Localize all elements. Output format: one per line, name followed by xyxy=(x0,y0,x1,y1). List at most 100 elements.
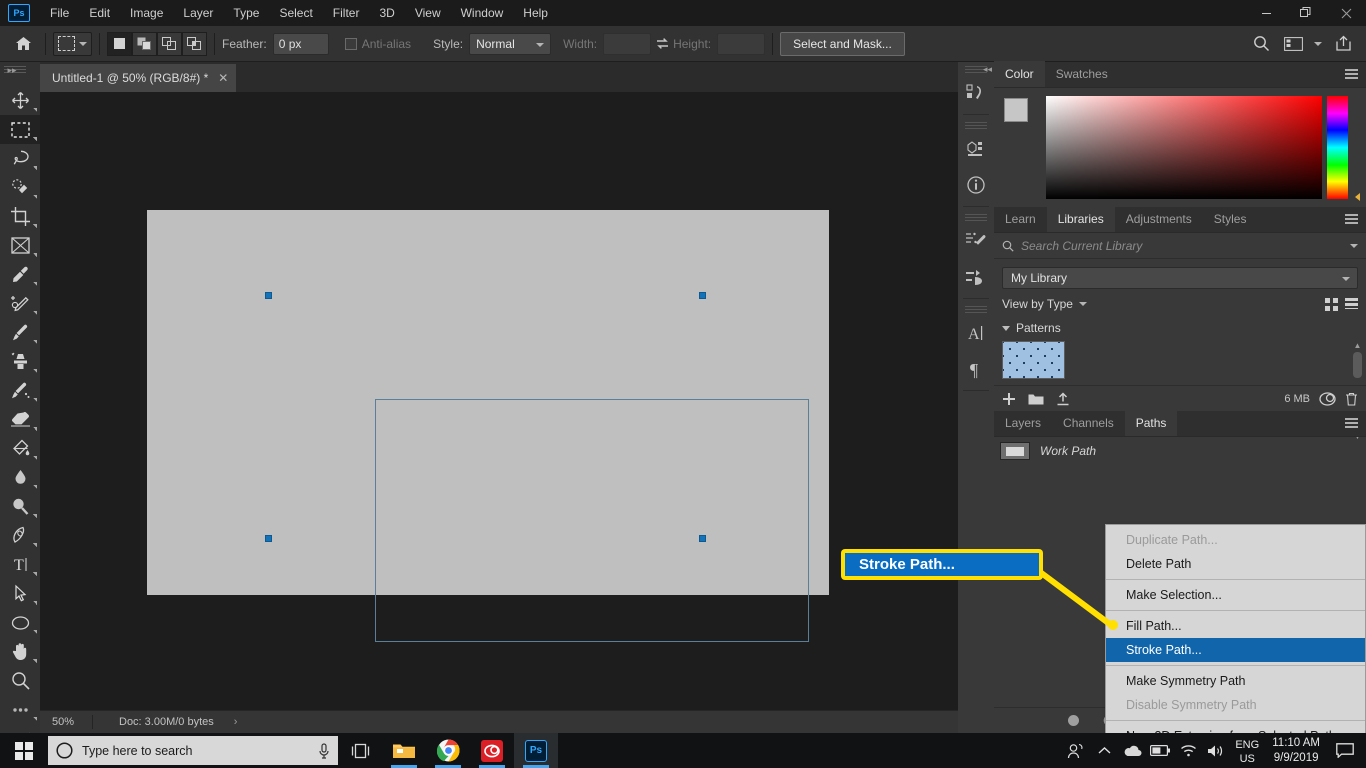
tab-channels[interactable]: Channels xyxy=(1052,410,1125,436)
context-menu-item-make-selection[interactable]: Make Selection... xyxy=(1106,583,1365,607)
context-menu-item-stroke-path[interactable]: Stroke Path... xyxy=(1106,638,1365,662)
history-brush-tool[interactable] xyxy=(0,376,40,405)
share-icon[interactable] xyxy=(1332,33,1354,55)
menu-item-select[interactable]: Select xyxy=(269,0,322,26)
context-menu-item-make-symmetry-path[interactable]: Make Symmetry Path xyxy=(1106,669,1365,693)
path-list-item[interactable]: Work Path xyxy=(994,437,1366,465)
task-view-icon[interactable] xyxy=(338,733,382,768)
search-icon[interactable] xyxy=(1250,33,1272,55)
maximize-button[interactable] xyxy=(1286,0,1326,26)
tab-libraries[interactable]: Libraries xyxy=(1046,206,1115,232)
canvas-area[interactable] xyxy=(40,92,958,710)
eraser-tool[interactable] xyxy=(0,405,40,434)
view-by-label[interactable]: View by Type xyxy=(1002,297,1073,311)
document-tab[interactable]: Untitled-1 @ 50% (RGB/8#) * ✕ xyxy=(40,64,238,92)
hue-strip[interactable] xyxy=(1327,96,1348,199)
context-menu-item-delete-path[interactable]: Delete Path xyxy=(1106,552,1365,576)
search-input[interactable]: Type here to search xyxy=(48,736,338,765)
rail-grip[interactable] xyxy=(965,214,987,221)
tab-styles[interactable]: Styles xyxy=(1203,206,1258,232)
menu-item-layer[interactable]: Layer xyxy=(173,0,223,26)
brush-settings-icon[interactable] xyxy=(958,223,994,259)
menu-item-filter[interactable]: Filter xyxy=(323,0,370,26)
dodge-tool[interactable] xyxy=(0,492,40,521)
path-anchor-bottom-right[interactable] xyxy=(699,535,706,542)
width-input[interactable] xyxy=(603,32,652,55)
new-selection-button[interactable] xyxy=(107,31,132,56)
grid-view-icon[interactable] xyxy=(1325,297,1338,311)
language-indicator[interactable]: ENG US xyxy=(1230,735,1264,766)
color-themes-icon[interactable] xyxy=(958,75,994,111)
select-and-mask-button[interactable]: Select and Mask... xyxy=(780,31,905,56)
creative-cloud-sync-icon[interactable] xyxy=(1319,391,1336,406)
tab-learn[interactable]: Learn xyxy=(994,206,1047,232)
feather-input[interactable] xyxy=(272,32,329,55)
style-select[interactable]: Normal xyxy=(469,32,552,55)
fill-path-icon[interactable] xyxy=(1066,713,1081,728)
context-menu-item-fill-path[interactable]: Fill Path... xyxy=(1106,614,1365,638)
menu-item-window[interactable]: Window xyxy=(451,0,514,26)
google-chrome-icon[interactable] xyxy=(426,733,470,768)
brush-tool[interactable] xyxy=(0,318,40,347)
battery-icon[interactable] xyxy=(1146,733,1174,768)
pen-tool[interactable] xyxy=(0,521,40,550)
onedrive-icon[interactable] xyxy=(1118,733,1146,768)
rail-grip[interactable] xyxy=(965,122,987,129)
scroll-up-icon[interactable]: ▲ xyxy=(1354,341,1362,350)
volume-icon[interactable] xyxy=(1202,733,1230,768)
panel-menu-icon[interactable] xyxy=(1345,418,1358,428)
status-expand-icon[interactable]: › xyxy=(234,716,238,728)
creative-cloud-icon[interactable] xyxy=(470,733,514,768)
type-tool[interactable]: T xyxy=(0,550,40,579)
color-field[interactable] xyxy=(1046,96,1322,199)
menu-item-view[interactable]: View xyxy=(405,0,451,26)
panel-menu-icon[interactable] xyxy=(1345,214,1358,224)
menu-item-type[interactable]: Type xyxy=(223,0,269,26)
add-element-icon[interactable] xyxy=(1002,392,1016,406)
minimize-button[interactable] xyxy=(1246,0,1286,26)
collapse-arrows-icon[interactable]: ▸▸ xyxy=(2,62,22,78)
anti-alias-checkbox[interactable] xyxy=(344,37,357,50)
menu-item-file[interactable]: File xyxy=(40,0,79,26)
artboard[interactable] xyxy=(147,210,829,642)
color-panel-swatches[interactable] xyxy=(1002,96,1044,136)
zoom-tool[interactable] xyxy=(0,666,40,695)
tool-preset-picker[interactable] xyxy=(53,31,92,56)
people-icon[interactable] xyxy=(1062,733,1090,768)
list-view-icon[interactable] xyxy=(1345,297,1358,309)
path-anchor-top-right[interactable] xyxy=(699,292,706,299)
microphone-icon[interactable] xyxy=(318,742,330,759)
wifi-icon[interactable] xyxy=(1174,733,1202,768)
crop-tool[interactable] xyxy=(0,202,40,231)
rail-grip[interactable] xyxy=(965,306,987,313)
spot-healing-brush-tool[interactable] xyxy=(0,289,40,318)
clock[interactable]: 11:10 AM 9/9/2019 xyxy=(1264,736,1328,766)
foreground-color-swatch[interactable] xyxy=(1004,98,1028,122)
upload-icon[interactable] xyxy=(1056,391,1070,406)
menu-item-3d[interactable]: 3D xyxy=(369,0,404,26)
add-to-selection-button[interactable] xyxy=(132,31,157,56)
menu-item-edit[interactable]: Edit xyxy=(79,0,120,26)
close-button[interactable] xyxy=(1326,0,1366,26)
tab-adjustments[interactable]: Adjustments xyxy=(1115,206,1203,232)
close-icon[interactable]: ✕ xyxy=(218,71,228,85)
character-icon[interactable]: A xyxy=(958,315,994,351)
swap-width-height-icon[interactable] xyxy=(651,33,673,55)
rectangular-marquee-tool[interactable] xyxy=(0,115,40,144)
paragraph-icon[interactable]: ¶ xyxy=(958,351,994,387)
tab-paths[interactable]: Paths xyxy=(1124,410,1178,436)
ellipse-tool[interactable] xyxy=(0,608,40,637)
subtract-from-selection-button[interactable] xyxy=(157,31,182,56)
brushes-icon[interactable] xyxy=(958,259,994,295)
lasso-tool[interactable] xyxy=(0,144,40,173)
zoom-level[interactable]: 50% xyxy=(40,716,92,728)
menu-item-help[interactable]: Help xyxy=(513,0,558,26)
path-anchor-bottom-left[interactable] xyxy=(265,535,272,542)
clone-stamp-tool[interactable] xyxy=(0,347,40,376)
chevron-down-icon[interactable] xyxy=(1314,41,1322,46)
gradient-tool[interactable] xyxy=(0,434,40,463)
path-anchor-top-left[interactable] xyxy=(265,292,272,299)
library-search-row[interactable]: Search Current Library xyxy=(994,233,1366,259)
path-selection-tool[interactable] xyxy=(0,579,40,608)
pattern-thumbnail[interactable] xyxy=(1002,341,1065,379)
